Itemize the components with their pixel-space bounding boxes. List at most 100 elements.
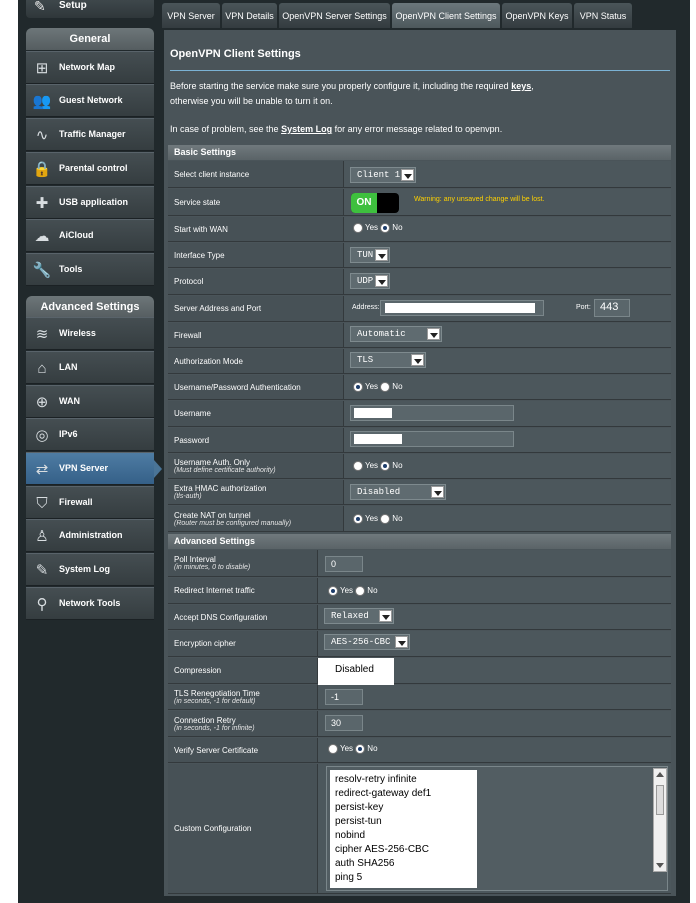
- scroll-up-icon[interactable]: [656, 772, 664, 777]
- row-label: Create NAT on tunnel (Router must be conf…: [168, 506, 344, 531]
- sidebar-item-parental-control[interactable]: 🔒 Parental control: [26, 152, 154, 185]
- row-accept-dns: Accept DNS Configuration: [168, 605, 671, 630]
- radio-label: Yes: [365, 461, 379, 471]
- sidebar-item-tools[interactable]: 🔧 Tools: [26, 253, 154, 286]
- sidebar-item-system-log[interactable]: ✎ System Log: [26, 553, 154, 586]
- select-value: Automatic: [357, 329, 406, 339]
- row-poll-interval: Poll Interval (in minutes, 0 to disable): [168, 550, 671, 577]
- tab-vpn-details[interactable]: VPN Details: [222, 3, 277, 28]
- scroll-thumb[interactable]: [656, 785, 664, 815]
- extra-hmac-select[interactable]: Disabled: [350, 484, 446, 500]
- vpn-icon: ⇄: [35, 461, 49, 478]
- sidebar-item-aicloud[interactable]: ☁ AiCloud: [26, 219, 154, 252]
- create-nat-radio-group: Yes No: [353, 514, 403, 524]
- row-interface-type: Interface Type: [168, 243, 671, 268]
- sidebar-item-wan[interactable]: ⊕ WAN: [26, 385, 154, 418]
- config-line: auth SHA256: [335, 858, 395, 869]
- sidebar-item-usb-application[interactable]: ✚ USB application: [26, 186, 154, 219]
- sidebar-item-network-map[interactable]: ⊞ Network Map: [26, 51, 154, 84]
- start-wan-no-radio[interactable]: [380, 223, 391, 233]
- auth-only-no-radio[interactable]: [380, 461, 391, 471]
- sidebar-item-label: WAN: [59, 396, 80, 406]
- firewall-select[interactable]: Automatic: [350, 326, 442, 342]
- intro-text: Before starting the service make sure yo…: [170, 81, 512, 91]
- select-value: TLS: [357, 355, 374, 365]
- encryption-cipher-select[interactable]: AES-256-CBC: [324, 634, 410, 650]
- row-label: Server Address and Port: [168, 296, 344, 321]
- row-label: Connection Retry (in seconds, -1 for infi…: [168, 711, 318, 736]
- sidebar-item-label: Guest Network: [59, 95, 123, 105]
- active-item-pointer: [154, 460, 162, 478]
- keys-link[interactable]: keys: [511, 81, 531, 91]
- verify-cert-no-radio[interactable]: [355, 744, 366, 754]
- userpass-yes-radio[interactable]: [353, 382, 363, 392]
- sidebar-item-ipv6[interactable]: ◎ IPv6: [26, 418, 154, 451]
- select-value: AES-256-CBC: [331, 637, 391, 647]
- sidebar-item-lan[interactable]: ⌂ LAN: [26, 351, 154, 384]
- row-verify-cert: Verify Server Certificate: [168, 738, 671, 763]
- label-note: (Router must be configured manually): [174, 519, 292, 527]
- label-text: Poll Interval: [174, 555, 216, 564]
- config-line: resolv-retry infinite: [335, 774, 417, 785]
- sidebar-item-administration[interactable]: ♙ Administration: [26, 519, 154, 552]
- row-label: Password: [168, 428, 344, 452]
- sidebar-item-traffic-manager[interactable]: ∿ Traffic Manager: [26, 118, 154, 151]
- userpass-no-radio[interactable]: [380, 382, 391, 392]
- connection-retry-input[interactable]: 30: [325, 715, 363, 731]
- row-label: Username Auth. Only (Must define certific…: [168, 454, 344, 478]
- redirect-no-radio[interactable]: [355, 586, 366, 596]
- compression-select[interactable]: Disabled: [318, 658, 394, 688]
- search-icon: ⚲: [36, 596, 48, 613]
- intro-text: ,: [531, 81, 534, 91]
- start-wan-yes-radio[interactable]: [353, 223, 363, 233]
- verify-cert-yes-radio[interactable]: [328, 744, 338, 754]
- sidebar-item-vpn-server[interactable]: ⇄ VPN Server: [26, 452, 154, 485]
- label-text: TLS Renegotiation Time: [174, 689, 260, 698]
- chevron-down-icon: [401, 169, 414, 181]
- interface-type-select[interactable]: TUN: [350, 247, 390, 263]
- row-protocol: Protocol: [168, 269, 671, 295]
- tab-vpn-status[interactable]: VPN Status: [574, 3, 632, 28]
- create-nat-yes-radio[interactable]: [353, 514, 363, 524]
- poll-interval-input[interactable]: 0: [325, 556, 363, 572]
- wifi-icon: ≋: [35, 326, 49, 343]
- port-label: Port:: [576, 304, 591, 311]
- intro-text: for any error message related to openvpn…: [332, 124, 503, 134]
- sidebar-item-setup[interactable]: ✎ Setup: [26, 0, 154, 18]
- edit-icon: ✎: [35, 562, 49, 579]
- tab-vpn-server[interactable]: VPN Server: [162, 3, 220, 28]
- client-instance-select[interactable]: Client 1: [350, 167, 416, 183]
- auth-only-yes-radio[interactable]: [353, 461, 363, 471]
- scroll-down-icon[interactable]: [656, 863, 664, 868]
- accept-dns-select[interactable]: Relaxed: [324, 608, 394, 624]
- create-nat-no-radio[interactable]: [380, 514, 391, 524]
- tab-openvpn-server-settings[interactable]: OpenVPN Server Settings: [279, 3, 390, 28]
- radio-label: No: [367, 744, 378, 754]
- authorization-mode-select[interactable]: TLS: [350, 352, 426, 368]
- sidebar-item-label: VPN Server: [59, 463, 109, 473]
- toggle-on-label: ON: [351, 193, 377, 213]
- server-port-input[interactable]: 443: [594, 299, 630, 317]
- redirect-yes-radio[interactable]: [328, 586, 338, 596]
- sidebar-item-label: System Log: [59, 564, 111, 574]
- tls-renegotiation-input[interactable]: -1: [325, 689, 363, 705]
- sidebar-item-network-tools[interactable]: ⚲ Network Tools: [26, 587, 154, 620]
- system-log-link[interactable]: System Log: [281, 124, 332, 134]
- sidebar-item-wireless[interactable]: ≋ Wireless: [26, 317, 154, 350]
- wrench-icon: 🔧: [32, 262, 52, 279]
- tab-openvpn-keys[interactable]: OpenVPN Keys: [502, 3, 572, 28]
- intro-text-1: Before starting the service make sure yo…: [170, 81, 534, 91]
- service-state-toggle[interactable]: ON: [351, 193, 399, 213]
- tab-openvpn-client-settings[interactable]: OpenVPN Client Settings: [392, 3, 500, 28]
- protocol-select[interactable]: UDP: [350, 273, 390, 289]
- sidebar-item-firewall[interactable]: ⛉ Firewall: [26, 486, 154, 519]
- label-text: Username Auth. Only: [174, 458, 251, 467]
- textarea-scrollbar[interactable]: [653, 768, 667, 872]
- radio-label: Yes: [365, 223, 379, 233]
- sidebar-item-guest-network[interactable]: 👥 Guest Network: [26, 84, 154, 117]
- row-label: Accept DNS Configuration: [168, 605, 318, 629]
- sidebar-item-label: Tools: [59, 264, 83, 274]
- basic-settings-header: Basic Settings: [168, 145, 671, 160]
- verify-cert-radio-group: Yes No: [328, 744, 378, 754]
- select-value: UDP: [357, 276, 374, 286]
